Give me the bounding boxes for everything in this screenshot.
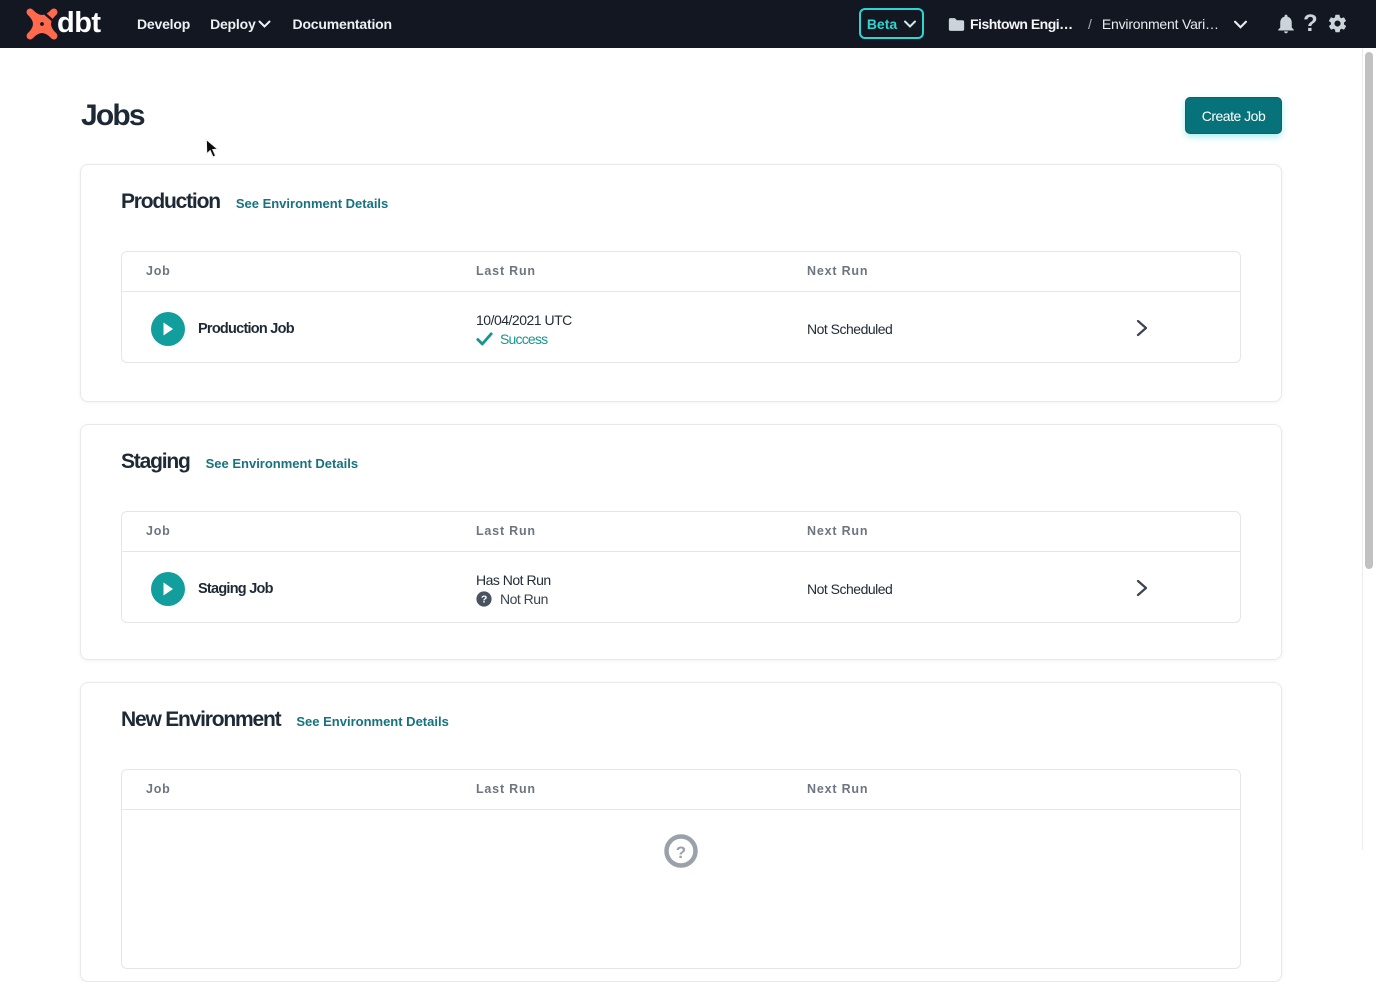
svg-text:?: ? <box>676 843 686 862</box>
svg-text:?: ? <box>481 594 487 605</box>
